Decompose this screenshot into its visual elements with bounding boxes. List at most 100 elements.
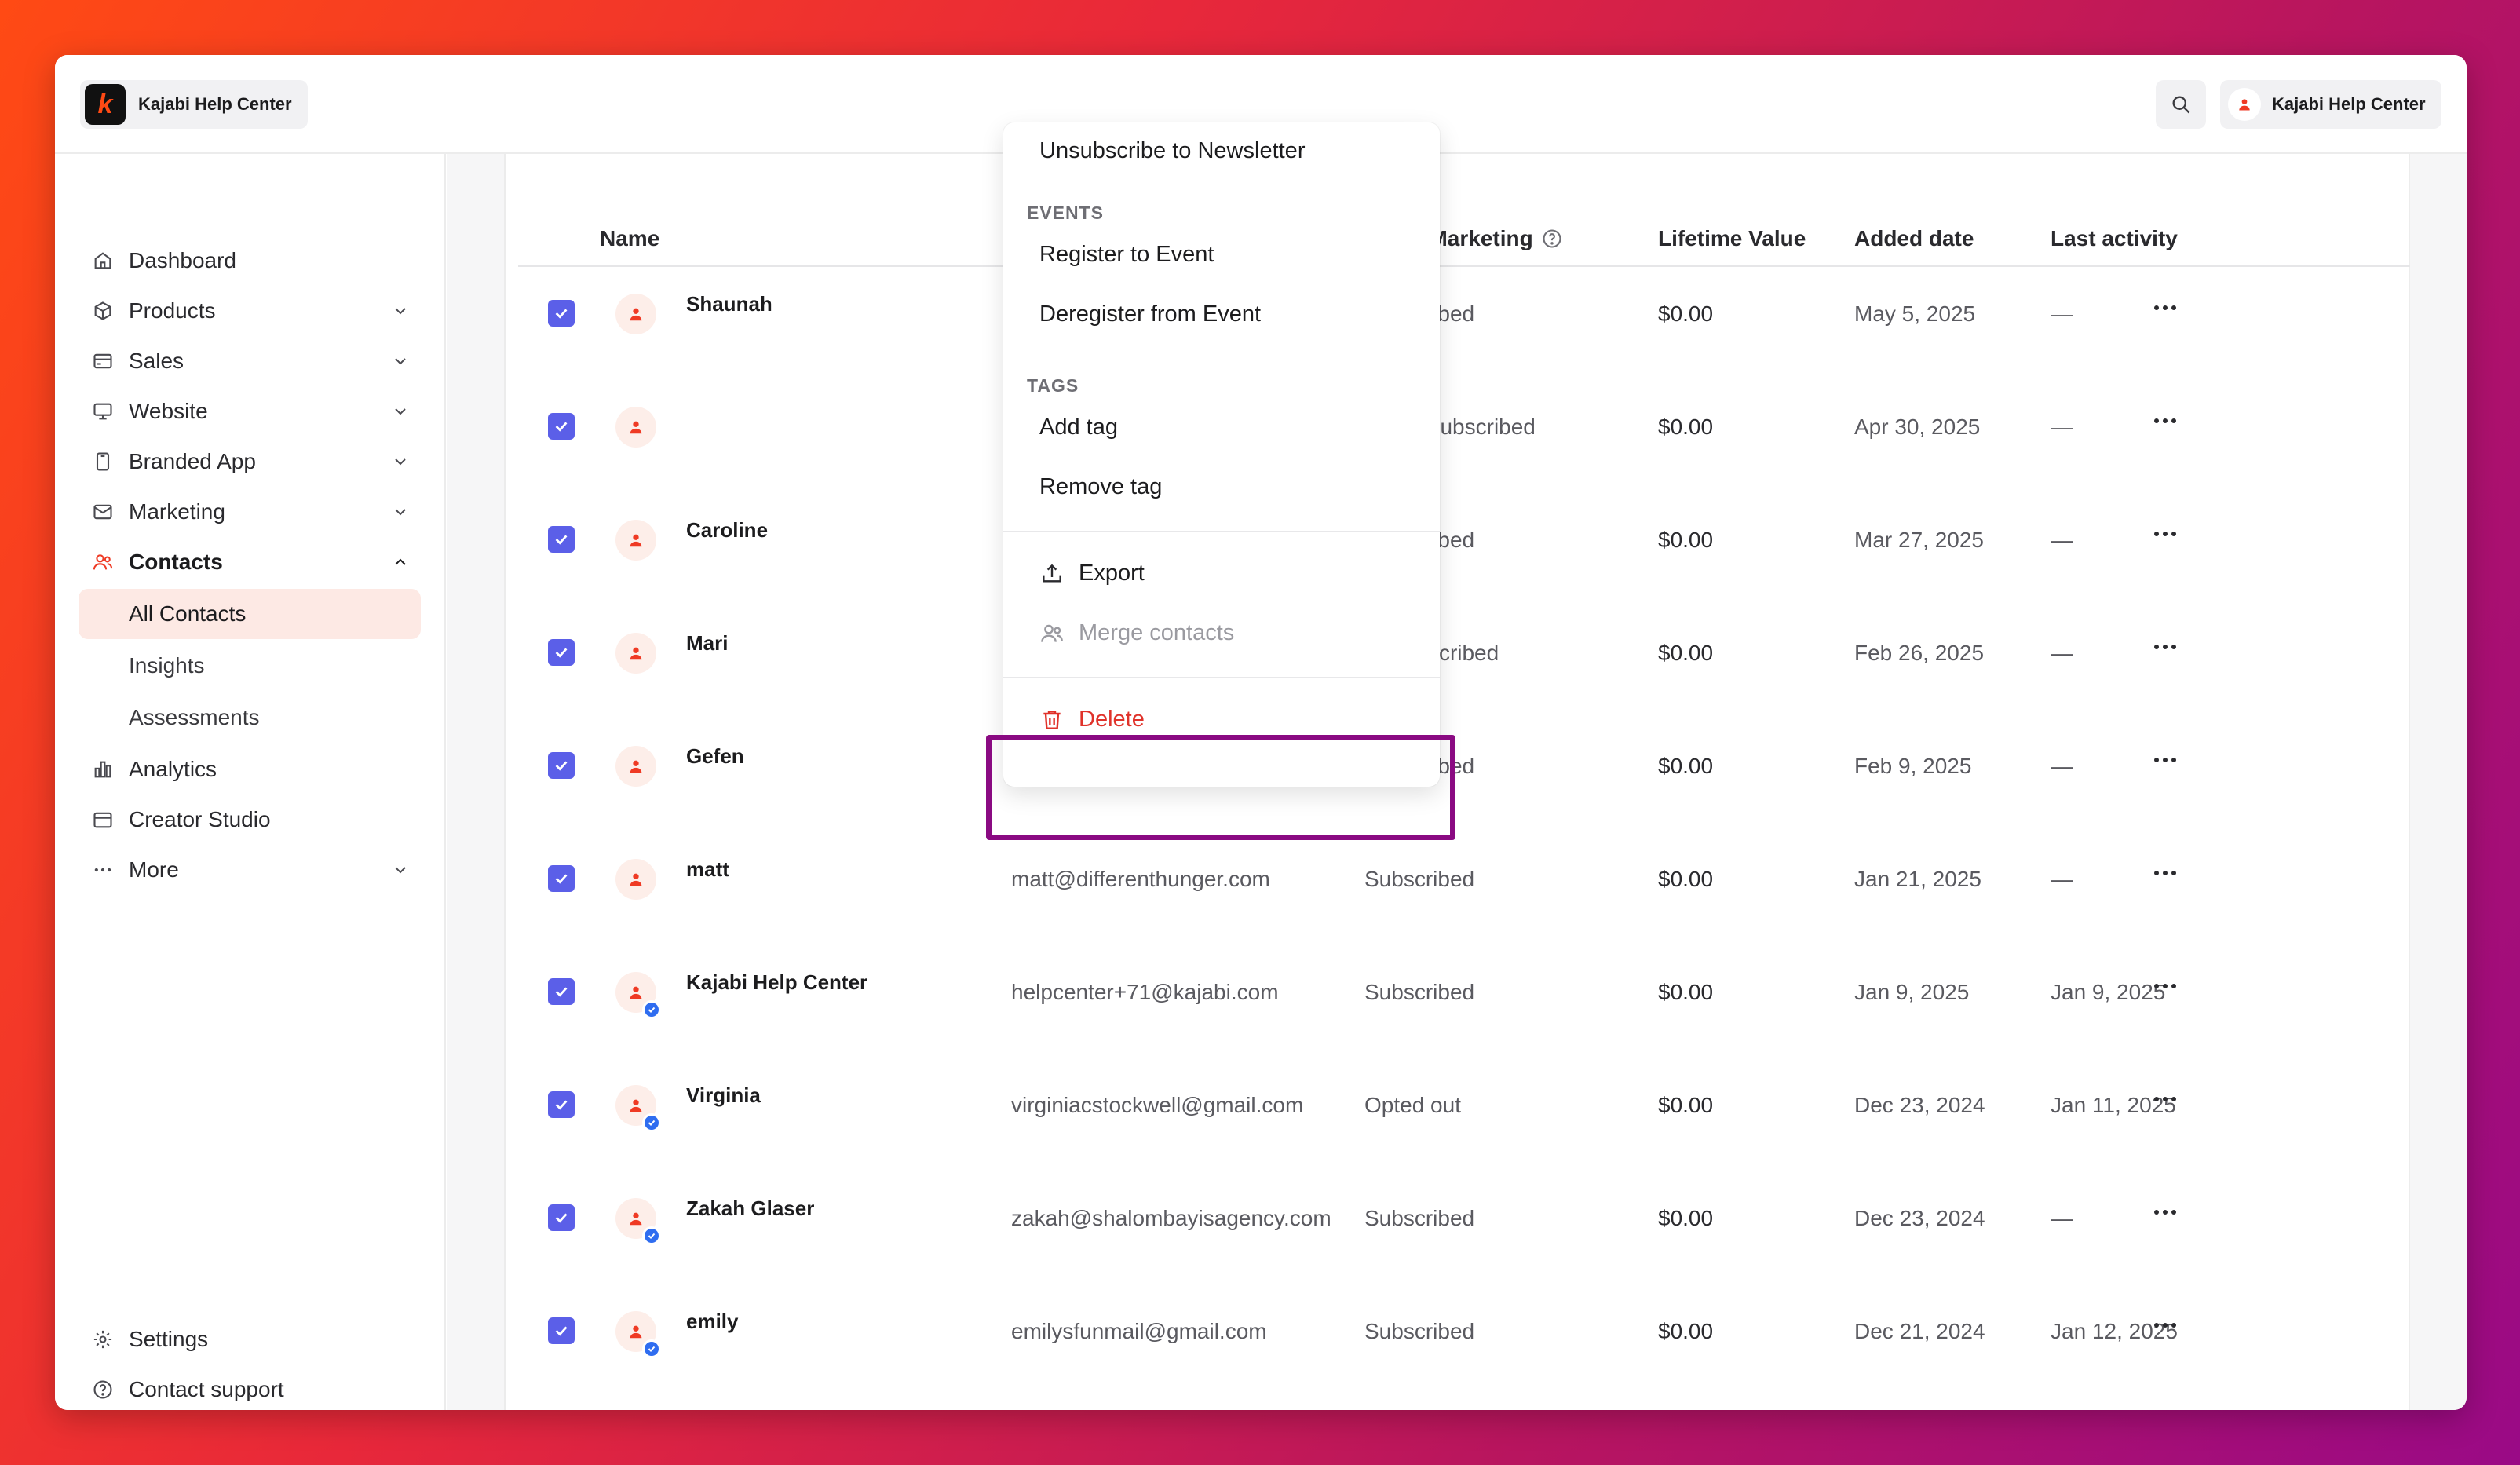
- contact-name[interactable]: Mari: [686, 631, 728, 656]
- chevron-down-icon: [395, 458, 406, 466]
- column-header-name[interactable]: Name: [600, 226, 659, 251]
- row-actions-button[interactable]: [2154, 413, 2186, 429]
- sidebar-item-settings[interactable]: Settings: [79, 1314, 421, 1365]
- calendar-icon: [91, 808, 115, 831]
- lifetime-value: $0.00: [1658, 1206, 1714, 1230]
- verified-badge-icon: [642, 1113, 661, 1132]
- row-checkbox[interactable]: [548, 1317, 575, 1344]
- row-actions-button[interactable]: [2154, 1204, 2186, 1220]
- contact-name[interactable]: emily: [686, 1310, 739, 1334]
- menu-item-export[interactable]: Export: [1039, 561, 1145, 586]
- contact-name[interactable]: matt: [686, 857, 729, 882]
- sidebar-item-marketing[interactable]: Marketing: [79, 487, 421, 537]
- contact-avatar: [615, 294, 656, 334]
- table-row[interactable]: Zakah Glaser zakah@shalombayisagency.com S…: [518, 1171, 2410, 1284]
- menu-item-label: Export: [1079, 561, 1145, 586]
- row-actions-button[interactable]: [2154, 1317, 2186, 1333]
- row-checkbox[interactable]: [548, 978, 575, 1005]
- table-row[interactable]: CarolineSubscribed$0.00Mar 27, 2025—: [518, 493, 2410, 606]
- menu-item-register-event[interactable]: Register to Event: [1039, 242, 1214, 268]
- row-checkbox[interactable]: [548, 865, 575, 892]
- row-actions-button[interactable]: [2154, 526, 2186, 542]
- sidebar-subitem-assessments[interactable]: Assessments: [79, 692, 421, 743]
- row-actions-button[interactable]: [2154, 300, 2186, 316]
- lifetime-value: $0.00: [1658, 415, 1714, 439]
- check-icon: [555, 1213, 568, 1223]
- row-checkbox[interactable]: [548, 1091, 575, 1118]
- table-row[interactable]: emily emilysfunmail@gmail.com Subscribed $0…: [518, 1284, 2410, 1397]
- contact-avatar: [615, 972, 661, 1019]
- last-activity: —: [2051, 415, 2073, 439]
- search-button[interactable]: [2156, 80, 2206, 129]
- contact-name[interactable]: Virginia: [686, 1083, 761, 1108]
- sidebar-item-dashboard[interactable]: Dashboard: [79, 236, 421, 286]
- last-activity: —: [2051, 301, 2073, 326]
- menu-item-merge-contacts[interactable]: Merge contacts: [1039, 620, 1234, 646]
- table-row[interactable]: matt matt@differenthunger.com Subscribed $0…: [518, 832, 2410, 945]
- account-menu-button[interactable]: Kajabi Help Center: [2220, 80, 2441, 129]
- column-header-added-date[interactable]: Added date: [1854, 226, 1974, 251]
- row-actions-button[interactable]: [2154, 1091, 2186, 1107]
- menu-item-remove-tag[interactable]: Remove tag: [1039, 474, 1162, 500]
- avatar: [615, 520, 656, 561]
- table-row[interactable]: MariUnsubscribed$0.00Feb 26, 2025—: [518, 606, 2410, 719]
- row-checkbox[interactable]: [548, 526, 575, 553]
- table-row[interactable]: ShaunahSubscribed$0.00May 5, 2025—: [518, 267, 2410, 380]
- menu-item-delete[interactable]: Delete: [1039, 707, 1145, 732]
- sidebar-item-contact-support[interactable]: Contact support: [79, 1365, 421, 1410]
- row-actions-button[interactable]: [2154, 865, 2186, 881]
- last-activity: —: [2051, 754, 2073, 778]
- row-checkbox[interactable]: [548, 1204, 575, 1231]
- contact-name[interactable]: Shaunah: [686, 292, 772, 316]
- sidebar-item-more[interactable]: More: [79, 845, 421, 895]
- added-date: Dec 23, 2024: [1854, 1093, 1985, 1117]
- row-checkbox[interactable]: [548, 300, 575, 327]
- sidebar-item-sales[interactable]: Sales: [79, 336, 421, 386]
- user-icon: [630, 873, 642, 886]
- added-date: Apr 30, 2025: [1854, 415, 1981, 439]
- check-icon: [555, 535, 568, 545]
- contact-name[interactable]: Caroline: [686, 518, 768, 543]
- menu-item-add-tag[interactable]: Add tag: [1039, 415, 1118, 440]
- sidebar-item-website[interactable]: Website: [79, 386, 421, 437]
- contact-name[interactable]: Gefen: [686, 744, 744, 769]
- row-actions-button[interactable]: [2154, 639, 2186, 655]
- avatar: [2228, 88, 2261, 121]
- table-row[interactable]: Never subscribed $0.00 Apr 30, 2025—: [518, 380, 2410, 493]
- row-actions-button[interactable]: [2154, 978, 2186, 994]
- sidebar-subitem-insights[interactable]: Insights: [79, 641, 421, 691]
- column-header-lifetime-value[interactable]: Lifetime Value: [1658, 226, 1806, 251]
- bulk-actions-menu: Unsubscribe to Newsletter EVENTS Registe…: [1003, 122, 1440, 787]
- row-checkbox[interactable]: [548, 413, 575, 440]
- sidebar-item-analytics[interactable]: Analytics: [79, 744, 421, 795]
- site-switcher[interactable]: k Kajabi Help Center: [80, 80, 308, 129]
- contact-name[interactable]: Zakah Glaser: [686, 1196, 814, 1221]
- row-checkbox[interactable]: [548, 639, 575, 666]
- contact-name[interactable]: Kajabi Help Center: [686, 970, 867, 995]
- row-checkbox[interactable]: [548, 752, 575, 779]
- verified-check-icon: [648, 1007, 656, 1013]
- added-date: May 5, 2025: [1854, 301, 1976, 326]
- info-icon[interactable]: [1541, 228, 1563, 250]
- sidebar-subitem-label: Insights: [129, 653, 205, 678]
- menu-item-deregister-event[interactable]: Deregister from Event: [1039, 301, 1261, 327]
- check-icon: [555, 309, 568, 319]
- menu-item-label: Delete: [1079, 707, 1145, 732]
- gear-icon: [91, 1328, 115, 1351]
- table-row[interactable]: GefenSubscribed$0.00Feb 9, 2025—: [518, 719, 2410, 832]
- table-row[interactable]: Kajabi Help Center helpcenter+71@kajabi.c…: [518, 945, 2410, 1058]
- contact-email: zakah@shalombayisagency.com: [1011, 1206, 1331, 1230]
- sidebar-item-branded-app[interactable]: Branded App: [79, 437, 421, 487]
- sidebar-item-creator-studio[interactable]: Creator Studio: [79, 795, 421, 845]
- sidebar-item-contacts[interactable]: Contacts: [79, 537, 421, 587]
- sidebar-item-products[interactable]: Products: [79, 286, 421, 336]
- sidebar-item-label: Website: [129, 399, 208, 423]
- sidebar-subitem-all-contacts[interactable]: All Contacts: [79, 589, 421, 639]
- verified-check-icon: [648, 1233, 656, 1239]
- lifetime-value: $0.00: [1658, 641, 1714, 665]
- table-row[interactable]: Virginia virginiacstockwell@gmail.com Opte…: [518, 1058, 2410, 1171]
- column-header-last-activity[interactable]: Last activity: [2051, 226, 2178, 251]
- sidebar-item-label: Creator Studio: [129, 807, 271, 831]
- menu-item-unsubscribe-newsletter[interactable]: Unsubscribe to Newsletter: [1039, 138, 1305, 164]
- row-actions-button[interactable]: [2154, 752, 2186, 768]
